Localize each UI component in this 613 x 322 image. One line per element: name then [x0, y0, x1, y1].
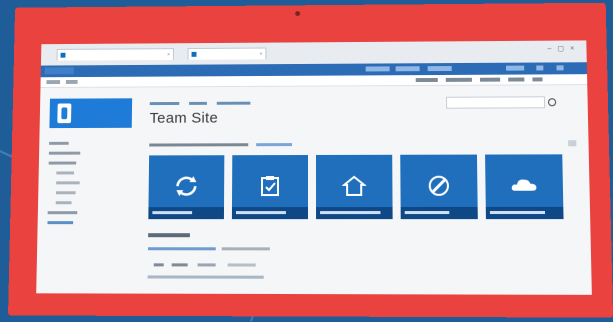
home-icon: [342, 175, 366, 197]
documents-empty-message: [148, 275, 288, 278]
browser-tab-active[interactable]: ×: [188, 48, 267, 60]
nav-edit-links[interactable]: [47, 221, 73, 224]
sharepoint-logo-icon: [57, 103, 71, 123]
search-input[interactable]: [446, 96, 545, 108]
nav-item-home[interactable]: [49, 142, 69, 145]
ribbon-tab-browse[interactable]: [46, 80, 60, 84]
browser-screen: × × –▢×: [36, 40, 592, 294]
share-button[interactable]: [416, 78, 438, 82]
browser-tab-address[interactable]: ×: [57, 48, 174, 60]
breadcrumb-link[interactable]: [189, 102, 207, 105]
site-favicon-icon: [192, 52, 197, 57]
tile-your-site-your-brand[interactable]: [485, 154, 563, 219]
site-logo[interactable]: [49, 98, 132, 128]
nav-item-sub[interactable]: [56, 181, 80, 184]
tile-label: [316, 207, 393, 219]
tile-label-text: [236, 211, 286, 214]
tile-whats-your-style[interactable]: [400, 155, 478, 220]
tiles-header: [149, 143, 248, 146]
follow-button[interactable]: [446, 78, 472, 82]
ribbon-tab-page[interactable]: [66, 80, 78, 84]
cloud-icon: [510, 175, 539, 195]
close-icon[interactable]: ×: [167, 49, 170, 60]
close-icon[interactable]: ×: [260, 49, 263, 60]
tile-label: [486, 207, 564, 219]
suite-link[interactable]: [396, 66, 420, 71]
camera-icon: [295, 11, 300, 16]
documents-heading: [148, 233, 190, 237]
view-options-link[interactable]: [198, 263, 216, 266]
focus-button[interactable]: [532, 77, 542, 81]
nav-item-sub[interactable]: [56, 201, 72, 204]
suite-link[interactable]: [366, 66, 390, 71]
drag-files-hint: [222, 247, 270, 250]
nav-item-sub[interactable]: [56, 191, 76, 194]
breadcrumb-link[interactable]: [150, 102, 180, 105]
quick-launch-nav: [47, 142, 108, 231]
empty-message-text: [148, 275, 264, 278]
documents-toolbar: [148, 247, 288, 250]
tile-label: [148, 207, 224, 219]
breadcrumb-link[interactable]: [217, 102, 251, 105]
window-controls[interactable]: –▢×: [547, 44, 580, 52]
user-menu[interactable]: [506, 66, 524, 71]
nav-item-notebook[interactable]: [49, 162, 77, 165]
tile-add-lists[interactable]: [316, 155, 393, 219]
tile-label-text: [405, 211, 450, 214]
remove-tiles-link[interactable]: [256, 143, 292, 146]
new-document-link[interactable]: [148, 247, 216, 250]
tile-label-text: [320, 211, 380, 214]
tile-label-text: [152, 211, 192, 214]
settings-icon[interactable]: [536, 65, 543, 70]
tile-label: [232, 207, 308, 219]
view-files-link[interactable]: [172, 263, 188, 266]
nav-item-documents[interactable]: [49, 152, 80, 155]
sync-icon: [173, 175, 199, 197]
find-a-file-input[interactable]: [228, 263, 256, 266]
checklist-icon: [259, 175, 281, 197]
tile-label-text: [490, 211, 545, 214]
tile-label: [401, 207, 478, 219]
tablet-frame: × × –▢×: [8, 3, 613, 318]
nav-item-site-contents[interactable]: [48, 211, 78, 214]
edit-icon: [427, 175, 452, 197]
sync-button[interactable]: [480, 78, 500, 82]
app-launcher-button[interactable]: [45, 67, 74, 74]
edit-button[interactable]: [508, 77, 524, 81]
view-all-link[interactable]: [154, 263, 164, 266]
tile-working-on-deadline[interactable]: [232, 155, 308, 219]
tile-share-site[interactable]: [148, 155, 224, 219]
page-title: Team Site: [149, 110, 218, 127]
documents-view-bar: [148, 263, 288, 266]
help-icon[interactable]: [556, 65, 563, 70]
ribbon: [40, 74, 587, 88]
site-favicon-icon: [61, 53, 66, 58]
tiles-close-button[interactable]: [568, 140, 576, 146]
suite-link[interactable]: [428, 66, 452, 71]
search-icon[interactable]: [548, 98, 556, 106]
nav-item-sub[interactable]: [56, 171, 74, 174]
